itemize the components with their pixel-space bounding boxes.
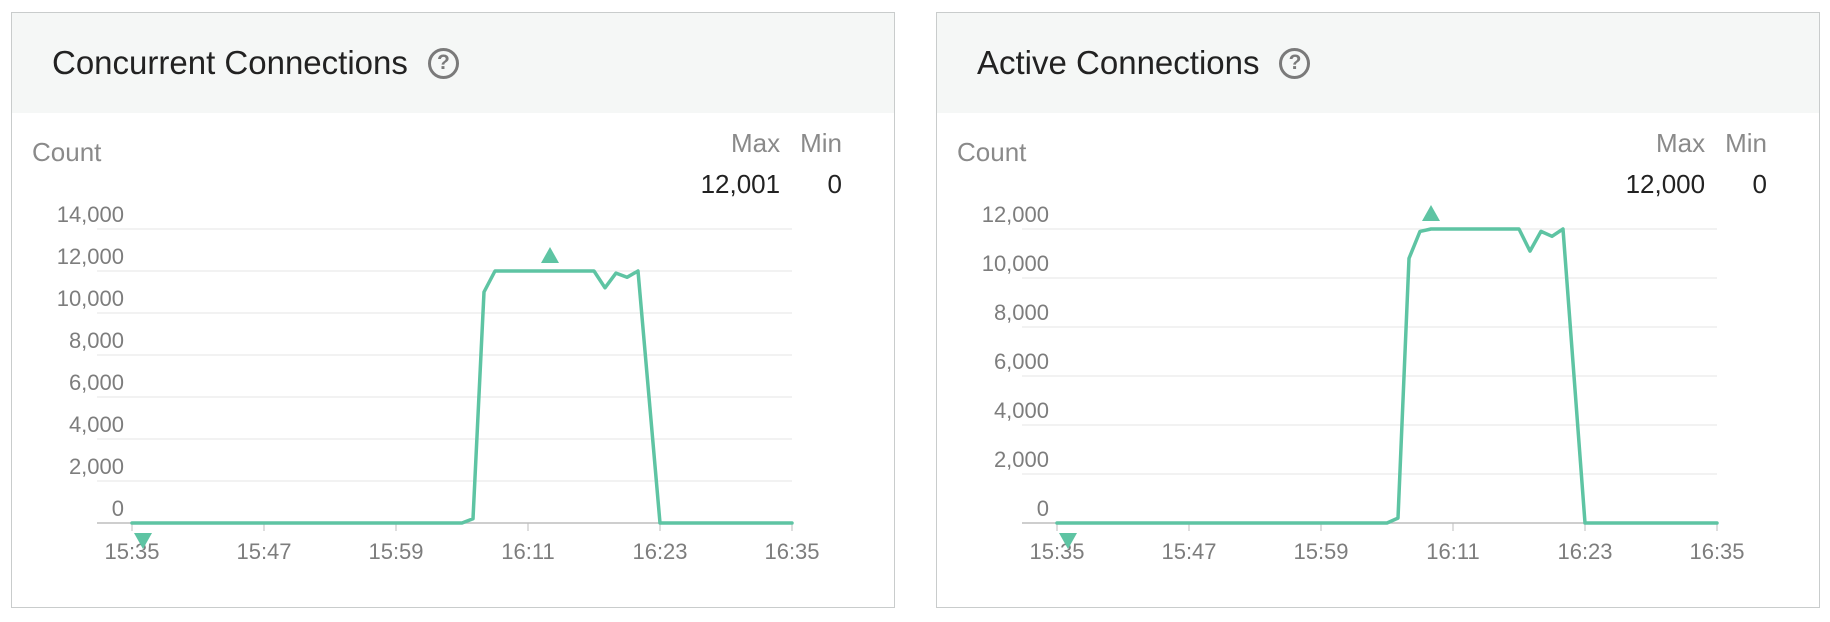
x-tick-label: 15:47 (236, 539, 291, 564)
max-marker (541, 246, 559, 263)
y-tick-label: 10,000 (57, 286, 124, 311)
y-tick-label: 6,000 (69, 370, 124, 395)
x-tick-label: 16:11 (1426, 539, 1479, 564)
max-marker (1422, 205, 1440, 221)
y-tick-label: 12,000 (57, 244, 124, 269)
y-tick-label: 14,000 (57, 202, 124, 227)
y-tick-label: 8,000 (69, 328, 124, 353)
y-tick-label: 2,000 (994, 447, 1049, 472)
y-tick-label: 4,000 (69, 412, 124, 437)
y-tick-label: 4,000 (994, 398, 1049, 423)
concurrent-connections-panel: Concurrent Connections ? Count Max 12,00… (11, 12, 895, 608)
active-connections-panel: Active Connections ? Count Max 12,000 Mi… (936, 12, 1820, 608)
y-tick-label: 6,000 (994, 349, 1049, 374)
x-tick-label: 16:35 (1689, 539, 1744, 564)
x-tick-label: 15:47 (1161, 539, 1216, 564)
line-chart: 0 2,000 4,000 6,000 8,000 10,000 12,000 15:35 15… (982, 202, 1745, 564)
x-tick-label: 16:23 (632, 539, 687, 564)
y-tick-label: 2,000 (69, 454, 124, 479)
x-tick-label: 16:35 (764, 539, 819, 564)
x-tick-label: 16:11 (501, 539, 554, 564)
line-chart: 0 2,000 4,000 6,000 8,000 10,000 12,000 14,000 1… (57, 202, 820, 564)
x-tick-label: 15:35 (104, 539, 159, 564)
x-tick-label: 15:59 (368, 539, 423, 564)
x-tick-label: 16:23 (1557, 539, 1612, 564)
y-tick-label: 0 (112, 496, 124, 521)
y-tick-label: 12,000 (982, 202, 1049, 227)
x-tick-label: 15:35 (1029, 539, 1084, 564)
y-tick-label: 0 (1037, 496, 1049, 521)
y-tick-label: 10,000 (982, 251, 1049, 276)
x-tick-label: 15:59 (1293, 539, 1348, 564)
y-tick-label: 8,000 (994, 300, 1049, 325)
